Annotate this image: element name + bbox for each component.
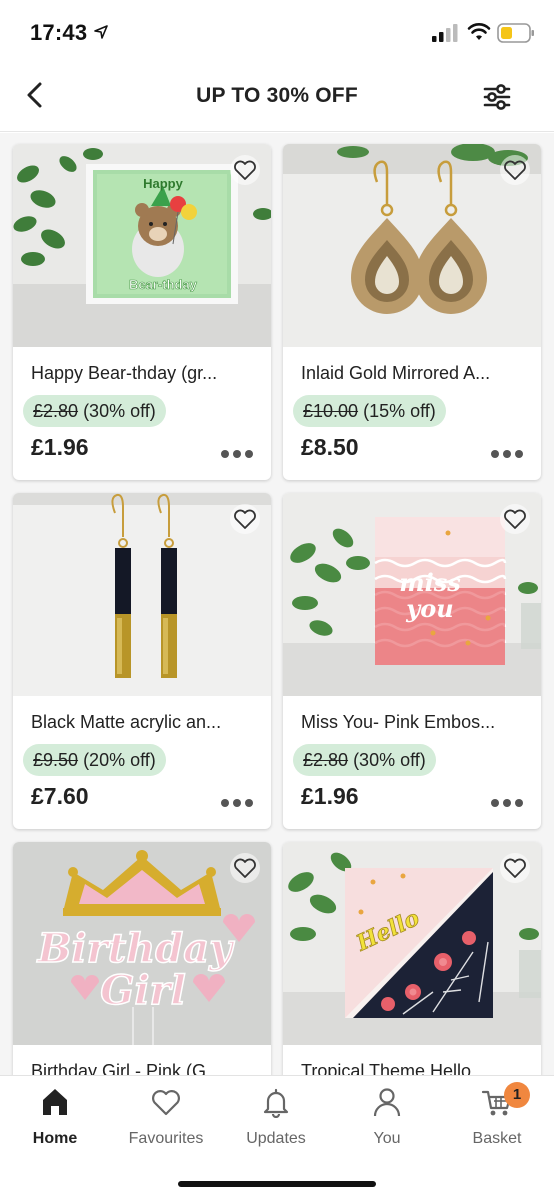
discount-percent: (30% off) <box>83 401 156 421</box>
tab-basket[interactable]: 1 Basket <box>442 1076 552 1156</box>
product-card[interactable]: Hello Tropical Theme Hello... <box>283 842 541 1075</box>
product-image[interactable]: Birthday Girl <box>13 842 271 1045</box>
product-image[interactable] <box>283 144 541 347</box>
tab-label: Updates <box>246 1130 306 1147</box>
bottom-tab-bar: Home Favourites Updates You 1 Basket <box>0 1075 554 1200</box>
card-text-bottom: you <box>405 594 453 623</box>
tab-favourites[interactable]: Favourites <box>111 1076 221 1156</box>
more-options-icon[interactable] <box>489 796 525 810</box>
sale-price: £1.96 <box>31 434 89 460</box>
discount-badge: £9.50 (20% off) <box>23 744 166 776</box>
product-card[interactable]: Inlaid Gold Mirrored A... £10.00 (15% of… <box>283 144 541 480</box>
product-title[interactable]: Miss You- Pink Embos... <box>301 712 527 733</box>
discount-percent: (15% off) <box>363 401 436 421</box>
location-arrow-icon <box>94 25 108 39</box>
product-image[interactable]: Happy Bear-thday <box>13 144 271 347</box>
person-icon <box>373 1088 401 1117</box>
more-options-icon[interactable] <box>489 447 525 461</box>
discount-badge: £2.80 (30% off) <box>23 395 166 427</box>
discount-badge: £2.80 (30% off) <box>293 744 436 776</box>
favourite-heart-icon[interactable] <box>499 503 531 535</box>
discount-percent: (20% off) <box>83 750 156 770</box>
home-icon <box>43 1089 67 1115</box>
more-options-icon[interactable] <box>219 447 255 461</box>
basket-count-badge: 1 <box>504 1082 530 1108</box>
tab-label: Favourites <box>128 1130 204 1147</box>
home-indicator[interactable] <box>178 1181 376 1187</box>
tab-home[interactable]: Home <box>0 1076 110 1156</box>
card-text-top: Birthday <box>37 925 236 972</box>
app-header: UP TO 30% OFF <box>0 64 554 132</box>
original-price: £2.80 <box>303 750 349 770</box>
original-price: £10.00 <box>303 401 359 421</box>
tab-label: Home <box>32 1130 78 1147</box>
tab-label: You <box>373 1130 401 1147</box>
discount-badge: £10.00 (15% off) <box>293 395 446 427</box>
sale-price: £8.50 <box>301 434 359 460</box>
card-text-bottom: Bear-thday <box>129 277 198 292</box>
favourite-heart-icon[interactable] <box>229 852 261 884</box>
original-price: £2.80 <box>33 401 79 421</box>
sale-price: £7.60 <box>31 783 89 809</box>
status-bar: 17:43 <box>0 0 554 64</box>
favourite-heart-icon[interactable] <box>229 503 261 535</box>
wifi-icon <box>467 23 491 40</box>
favourite-heart-icon[interactable] <box>229 154 261 186</box>
status-time: 17:43 <box>30 20 88 45</box>
product-card[interactable]: Happy Bear-thday Happy Bear-thday (gr...… <box>13 144 271 480</box>
discount-percent: (30% off) <box>353 750 426 770</box>
bell-icon <box>263 1088 289 1118</box>
filter-button[interactable] <box>480 80 514 114</box>
battery-icon <box>497 23 534 43</box>
tab-label: Basket <box>472 1130 522 1147</box>
card-text-bottom: Girl <box>100 967 186 1014</box>
product-card[interactable]: miss you Miss You- Pink Embos... £2.80 (… <box>283 493 541 829</box>
product-title[interactable]: Birthday Girl - Pink (G... <box>31 1061 257 1075</box>
cellular-signal-icon <box>432 24 458 42</box>
favourite-heart-icon[interactable] <box>499 154 531 186</box>
product-title[interactable]: Black Matte acrylic an... <box>31 712 257 733</box>
product-image[interactable]: Hello <box>283 842 541 1045</box>
product-title[interactable]: Tropical Theme Hello... <box>301 1061 527 1075</box>
product-grid: Happy Bear-thday Happy Bear-thday (gr...… <box>0 133 554 1075</box>
card-text-top: Happy <box>143 176 184 191</box>
product-card[interactable]: Birthday Girl Birthday Girl - Pink (G... <box>13 842 271 1075</box>
product-image[interactable]: miss you <box>283 493 541 696</box>
heart-icon <box>152 1090 180 1116</box>
original-price: £9.50 <box>33 750 79 770</box>
tab-updates[interactable]: Updates <box>221 1076 331 1156</box>
favourite-heart-icon[interactable] <box>499 852 531 884</box>
product-title[interactable]: Happy Bear-thday (gr... <box>31 363 257 384</box>
product-card[interactable]: Black Matte acrylic an... £9.50 (20% off… <box>13 493 271 829</box>
product-title[interactable]: Inlaid Gold Mirrored A... <box>301 363 527 384</box>
tab-you[interactable]: You <box>332 1076 442 1156</box>
more-options-icon[interactable] <box>219 796 255 810</box>
sale-price: £1.96 <box>301 783 359 809</box>
card-text-top: miss <box>399 568 461 597</box>
page-title: UP TO 30% OFF <box>196 84 358 107</box>
product-image[interactable] <box>13 493 271 696</box>
